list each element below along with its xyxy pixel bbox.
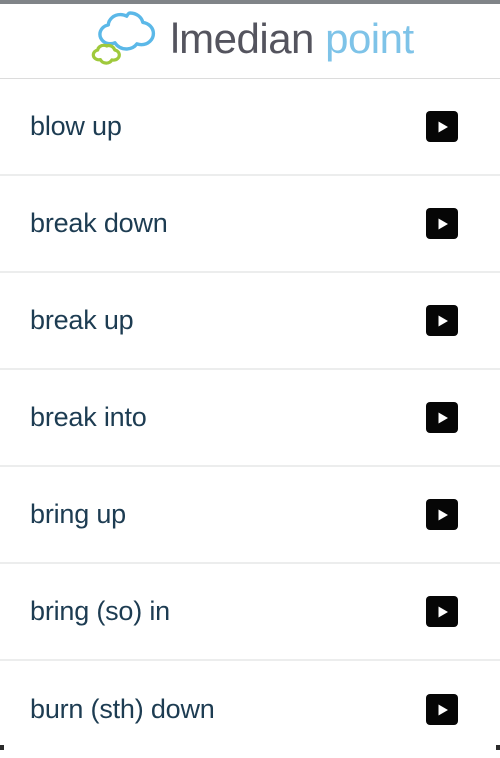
brand-name-secondary: point xyxy=(325,15,414,62)
list-item[interactable]: break down xyxy=(0,176,500,273)
brand-logo[interactable]: lmedian point xyxy=(86,7,414,73)
app-page: lmedian point blow up break down break u… xyxy=(0,0,500,758)
page-title: lmedian point xyxy=(170,15,414,62)
list-item[interactable]: burn (sth) down xyxy=(0,661,500,758)
play-icon[interactable] xyxy=(426,305,458,336)
list-item-label: break into xyxy=(30,402,147,432)
list-item[interactable]: break up xyxy=(0,273,500,370)
phrasal-verb-list: blow up break down break up break into b xyxy=(0,79,500,758)
app-header: lmedian point xyxy=(0,4,500,79)
list-item[interactable]: blow up xyxy=(0,79,500,176)
brand-name-space xyxy=(314,15,325,62)
list-item-label: bring up xyxy=(30,499,126,529)
list-item-label: burn (sth) down xyxy=(30,694,215,724)
list-item[interactable]: bring up xyxy=(0,467,500,564)
play-icon[interactable] xyxy=(426,499,458,530)
play-icon[interactable] xyxy=(426,111,458,142)
corner-marker-right xyxy=(496,745,500,750)
play-icon[interactable] xyxy=(426,596,458,627)
list-item[interactable]: bring (so) in xyxy=(0,564,500,661)
play-icon[interactable] xyxy=(426,694,458,725)
double-cloud-logo-icon xyxy=(86,7,164,73)
list-item-label: bring (so) in xyxy=(30,596,170,626)
list-item[interactable]: break into xyxy=(0,370,500,467)
play-icon[interactable] xyxy=(426,402,458,433)
list-item-label: break up xyxy=(30,305,134,335)
list-item-label: break down xyxy=(30,208,168,238)
play-icon[interactable] xyxy=(426,208,458,239)
list-item-label: blow up xyxy=(30,111,122,141)
brand-name-primary: lmedian xyxy=(170,15,314,62)
corner-marker-left xyxy=(0,745,4,750)
